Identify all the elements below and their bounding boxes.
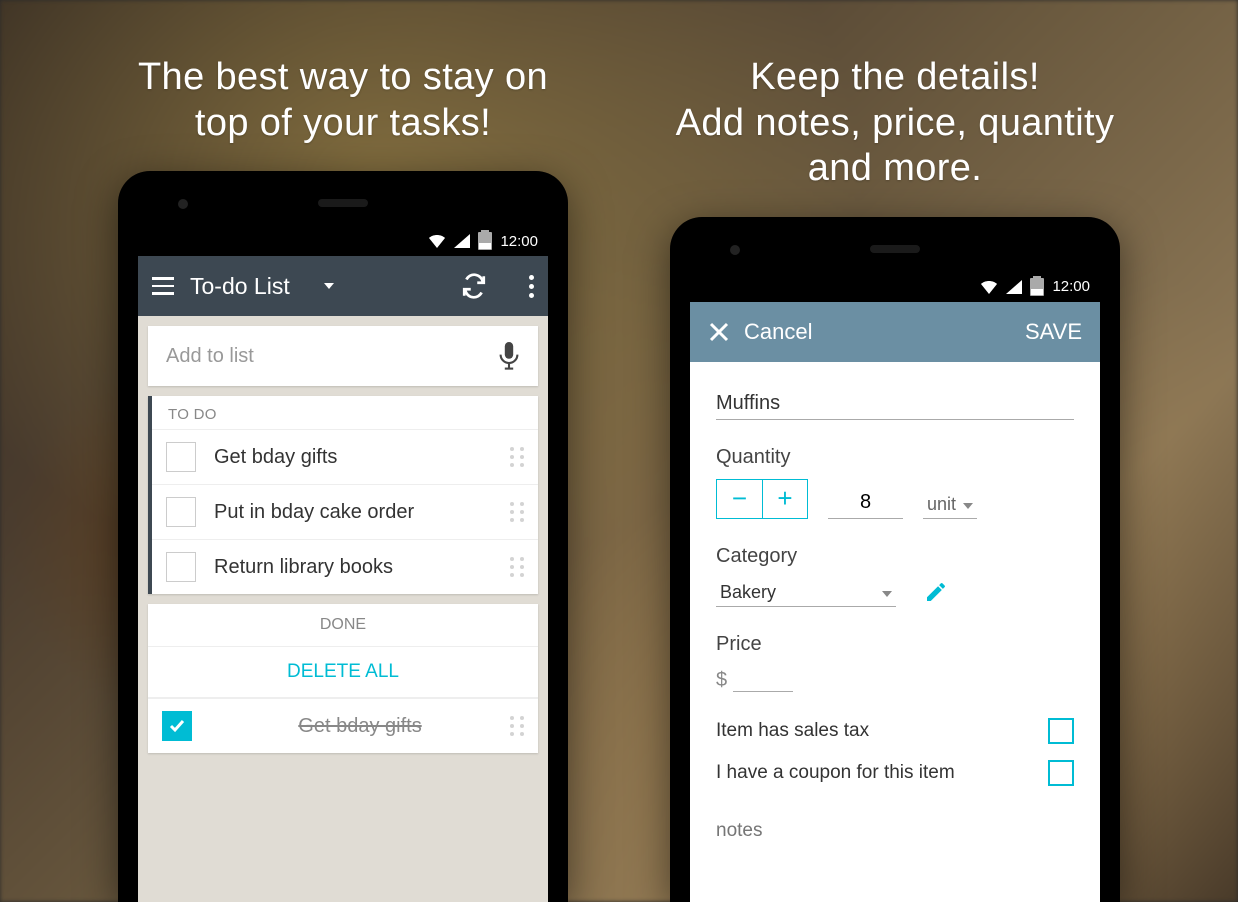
wifi-icon: [428, 234, 446, 248]
clock: 12:00: [500, 233, 538, 250]
price-input[interactable]: [733, 666, 793, 692]
chevron-down-icon[interactable]: [324, 283, 334, 289]
drag-handle-icon[interactable]: [510, 716, 524, 736]
status-bar: 12:00: [690, 272, 1100, 302]
task-checkbox[interactable]: [166, 442, 196, 472]
app-bar: To-do List: [138, 256, 548, 316]
overflow-icon[interactable]: [529, 275, 534, 298]
quantity-label: Quantity: [716, 446, 1074, 469]
unit-select[interactable]: unit: [923, 490, 977, 519]
edit-app-bar: Cancel SAVE: [690, 302, 1100, 362]
todo-section: TO DO Get bday gifts Put in bday cake or…: [148, 396, 538, 594]
task-row[interactable]: Put in bday cake order: [152, 484, 538, 539]
add-item-input[interactable]: [166, 345, 498, 368]
promo-panel-1: The best way to stay ontop of your tasks…: [100, 0, 586, 902]
close-icon[interactable]: [708, 321, 730, 343]
task-row[interactable]: Get bday gifts: [152, 429, 538, 484]
todo-header: TO DO: [152, 396, 538, 429]
done-section: DONE DELETE ALL Get bday gifts: [148, 604, 538, 753]
phone-frame-1: 12:00 To-do List TO DO: [118, 171, 568, 902]
currency-symbol: $: [716, 669, 727, 692]
task-row[interactable]: Return library books: [152, 539, 538, 594]
coupon-checkbox[interactable]: [1048, 760, 1074, 786]
edit-pencil-icon[interactable]: [924, 580, 948, 604]
decrement-button[interactable]: −: [716, 479, 762, 519]
category-select[interactable]: Bakery: [716, 578, 896, 607]
quantity-stepper: − +: [716, 479, 808, 519]
signal-icon: [454, 234, 470, 248]
task-checkbox[interactable]: [166, 552, 196, 582]
drag-handle-icon[interactable]: [510, 502, 524, 522]
task-label: Get bday gifts: [214, 446, 510, 469]
category-label: Category: [716, 545, 1074, 568]
save-button[interactable]: SAVE: [1025, 319, 1082, 345]
list-title-dropdown[interactable]: To-do List: [190, 273, 290, 300]
menu-icon[interactable]: [152, 277, 174, 295]
battery-icon: [478, 232, 492, 250]
task-row[interactable]: Get bday gifts: [148, 698, 538, 753]
task-checkbox[interactable]: [162, 711, 192, 741]
task-label: Get bday gifts: [210, 715, 510, 738]
promo-panel-2: Keep the details!Add notes, price, quant…: [652, 0, 1138, 902]
drag-handle-icon[interactable]: [510, 557, 524, 577]
minus-icon: −: [732, 483, 747, 514]
coupon-label: I have a coupon for this item: [716, 762, 955, 784]
clock: 12:00: [1052, 278, 1090, 295]
sales-tax-checkbox[interactable]: [1048, 718, 1074, 744]
quantity-input[interactable]: [828, 487, 903, 519]
sales-tax-label: Item has sales tax: [716, 720, 869, 742]
battery-icon: [1030, 278, 1044, 296]
delete-all-button[interactable]: DELETE ALL: [148, 647, 538, 698]
signal-icon: [1006, 280, 1022, 294]
task-label: Return library books: [214, 556, 510, 579]
increment-button[interactable]: +: [762, 479, 808, 519]
drag-handle-icon[interactable]: [510, 447, 524, 467]
wifi-icon: [980, 280, 998, 294]
price-label: Price: [716, 633, 1074, 656]
notes-input[interactable]: [716, 812, 1074, 850]
mic-icon[interactable]: [498, 342, 520, 370]
item-name-input[interactable]: [716, 388, 1074, 420]
headline-1: The best way to stay ontop of your tasks…: [138, 55, 548, 146]
cancel-button[interactable]: Cancel: [744, 319, 812, 345]
status-bar: 12:00: [138, 226, 548, 256]
add-item-card: [148, 326, 538, 386]
plus-icon: +: [777, 483, 792, 514]
task-label: Put in bday cake order: [214, 501, 510, 524]
phone-frame-2: 12:00 Cancel SAVE Quantity − +: [670, 217, 1120, 902]
check-icon: [167, 716, 187, 736]
done-header: DONE: [148, 604, 538, 647]
task-checkbox[interactable]: [166, 497, 196, 527]
headline-2: Keep the details!Add notes, price, quant…: [676, 55, 1115, 192]
refresh-icon[interactable]: [461, 273, 487, 299]
